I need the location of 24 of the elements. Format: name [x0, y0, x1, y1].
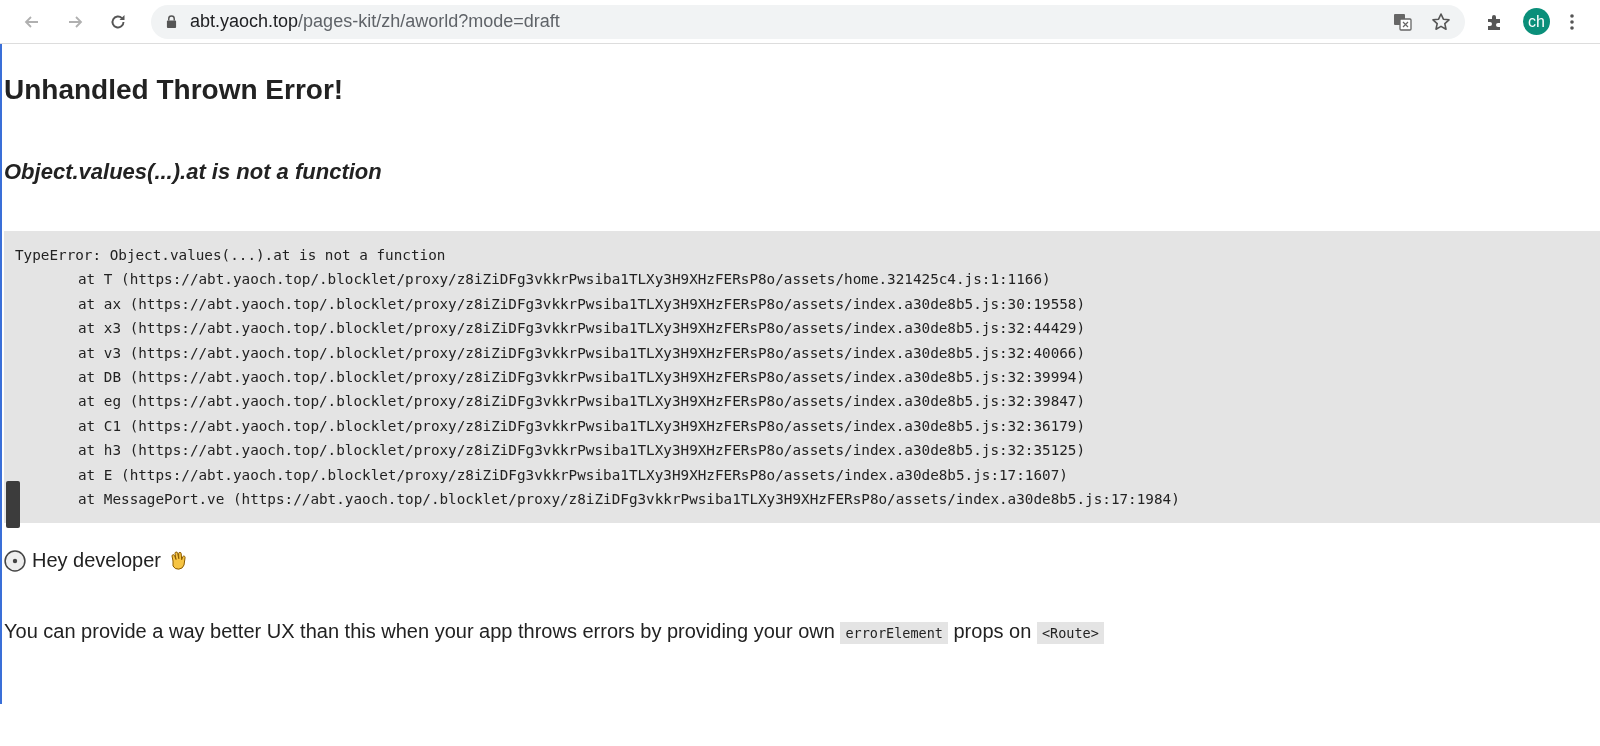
- address-bar[interactable]: abt.yaoch.top/pages-kit/zh/aworld?mode=draft: [151, 4, 1465, 39]
- profile-avatar[interactable]: ch: [1523, 8, 1550, 35]
- stack-frame: at v3 (https://abt.yaoch.top/.blocklet/proxy/z8iZiDFg3vkkrPwsiba1TLXy3H9XHzFERsP8o/assets/index.a30de8b5.js:32:40066): [15, 340, 1600, 366]
- hint-paragraph: You can provide a way better UX than this when your app throws errors by providing your own errorElement props on <Route>: [4, 620, 1600, 644]
- stack-frame: at DB (https://abt.yaoch.top/.blocklet/proxy/z8iZiDFg3vkkrPwsiba1TLXy3H9XHzFERsP8o/assets/index.a30de8b5.js:32:39994): [15, 365, 1600, 390]
- stack-frame: at x3 (https://abt.yaoch.top/.blocklet/proxy/z8iZiDFg3vkkrPwsiba1TLXy3H9XHzFERsP8o/assets/index.a30de8b5.js:32:44429): [15, 316, 1600, 341]
- disc-icon: [4, 549, 26, 572]
- greeting-text: Hey developer: [32, 549, 161, 573]
- side-handle[interactable]: [6, 481, 20, 528]
- menu-icon[interactable]: [1570, 12, 1574, 31]
- stack-frame: at C1 (https://abt.yaoch.top/.blocklet/proxy/z8iZiDFg3vkkrPwsiba1TLXy3H9XHzFERsP8o/assets/index.a30de8b5.js:32:36179): [15, 413, 1600, 439]
- stack-frame: at h3 (https://abt.yaoch.top/.blocklet/proxy/z8iZiDFg3vkkrPwsiba1TLXy3H9XHzFERsP8o/assets/index.a30de8b5.js:32:35125): [15, 438, 1600, 463]
- error-message: Object.values(...).at is not a function: [4, 158, 383, 185]
- error-line: TypeError: Object.values(...).at is not a function: [15, 246, 447, 265]
- stack-frame: at MessagePort.ve (https://abt.yaoch.top/.blocklet/proxy/z8iZiDFg3vkkrPwsiba1TLXy3H9XHzFERsP8o/assets/index.a30de8b5.js:17:1984): [15, 487, 1600, 512]
- url-text: abt.yaoch.top/pages-kit/zh/aworld?mode=draft: [190, 11, 560, 32]
- translate-icon[interactable]: [1393, 11, 1413, 32]
- stack-frame: at E (https://abt.yaoch.top/.blocklet/proxy/z8iZiDFg3vkkrPwsiba1TLXy3H9XHzFERsP8o/assets/index.a30de8b5.js:17:1607): [15, 462, 1600, 488]
- star-icon[interactable]: [1431, 11, 1451, 32]
- stack-frame: at eg (https://abt.yaoch.top/.blocklet/proxy/z8iZiDFg3vkkrPwsiba1TLXy3H9XHzFERsP8o/assets/index.a30de8b5.js:32:39847): [15, 389, 1600, 414]
- lock-icon: [166, 15, 177, 28]
- stack-frame: at ax (https://abt.yaoch.top/.blocklet/proxy/z8iZiDFg3vkkrPwsiba1TLXy3H9XHzFERsP8o/assets/index.a30de8b5.js:30:19558): [15, 291, 1600, 317]
- stack-frame: at T (https://abt.yaoch.top/.blocklet/proxy/z8iZiDFg3vkkrPwsiba1TLXy3H9XHzFERsP8o/assets/home.321425c4.js:1:1166): [15, 267, 1600, 292]
- error-title: Unhandled Thrown Error!: [4, 73, 345, 106]
